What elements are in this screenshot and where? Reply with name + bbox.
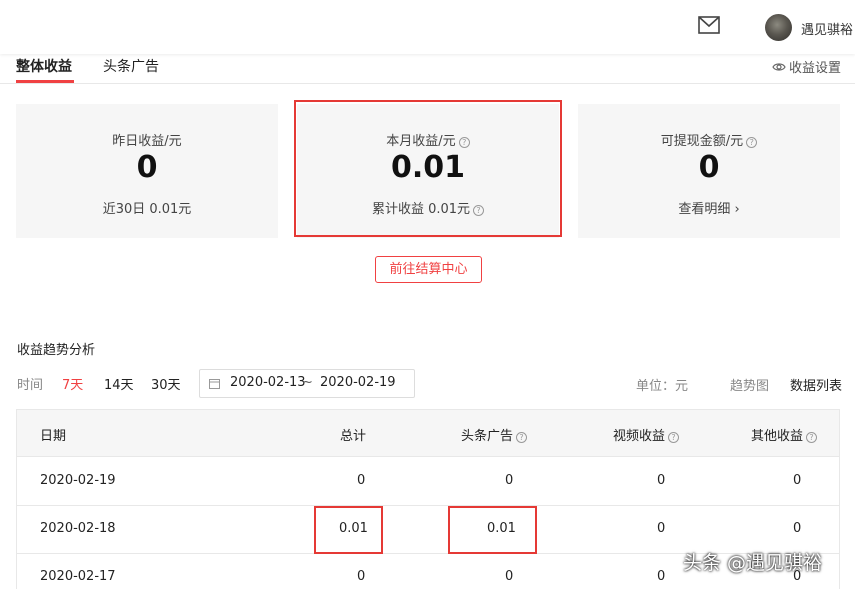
cell-toutiao-ads: 0 <box>505 473 513 488</box>
view-trend-chart[interactable]: 趋势图 <box>730 375 769 394</box>
column-video-income: 视频收益? <box>613 425 679 444</box>
question-icon[interactable]: ? <box>516 432 527 443</box>
section-title: 收益趋势分析 <box>17 339 95 358</box>
date-start: 2020-02-13 <box>230 375 306 390</box>
question-icon[interactable]: ? <box>806 432 817 443</box>
highlight-box <box>314 506 383 554</box>
cell-other-income: 0 <box>793 473 801 488</box>
cell-other-income: 0 <box>793 521 801 536</box>
card-withdrawable: 可提现金额/元? 0 查看明细 › <box>578 104 840 238</box>
date-end: 2020-02-19 <box>320 375 396 390</box>
card-title: 昨日收益/元 <box>16 130 278 149</box>
range-7-days[interactable]: 7天 <box>62 374 83 393</box>
view-data-list[interactable]: 数据列表 <box>790 375 842 394</box>
calendar-icon <box>209 378 220 389</box>
card-subtext: 近30日 0.01元 <box>16 198 278 217</box>
cell-total: 0 <box>357 473 365 488</box>
cell-toutiao-ads: 0 <box>505 569 513 584</box>
tab-toutiao-ads[interactable]: 头条广告 <box>103 56 159 76</box>
table-row: 2020-02-18 0.01 0.01 0 0 <box>17 506 839 554</box>
cell-date: 2020-02-17 <box>40 569 116 584</box>
column-other-income: 其他收益? <box>751 425 817 444</box>
view-details-link[interactable]: 查看明细 › <box>578 198 840 217</box>
avatar[interactable] <box>765 14 792 41</box>
cell-date: 2020-02-18 <box>40 521 116 536</box>
card-value: 0 <box>16 150 278 185</box>
goto-settlement-button[interactable]: 前往结算中心 <box>375 256 482 283</box>
date-separator: ~ <box>302 375 313 390</box>
unit-label: 单位：元 <box>636 375 688 394</box>
card-value: 0 <box>578 150 840 185</box>
range-14-days[interactable]: 14天 <box>104 374 134 393</box>
cell-date: 2020-02-19 <box>40 473 116 488</box>
highlight-box <box>448 506 537 554</box>
watermark: 头条 @遇见骐裕 <box>683 548 822 575</box>
tab-overall-income[interactable]: 整体收益 <box>16 56 72 76</box>
time-label: 时间 <box>17 374 43 393</box>
eye-icon <box>772 60 786 74</box>
highlight-box <box>294 100 562 237</box>
column-total: 总计 <box>340 425 366 444</box>
mail-icon[interactable] <box>698 16 720 34</box>
top-bar: 遇见骐裕 <box>0 0 855 54</box>
table-header: 日期 总计 头条广告? 视频收益? 其他收益? <box>17 410 839 457</box>
date-range-picker[interactable]: 2020-02-13 ~ 2020-02-19 <box>199 369 415 398</box>
cell-video-income: 0 <box>657 473 665 488</box>
cell-video-income: 0 <box>657 569 665 584</box>
range-30-days[interactable]: 30天 <box>151 374 181 393</box>
cell-video-income: 0 <box>657 521 665 536</box>
card-title: 可提现金额/元? <box>578 130 840 149</box>
cell-total: 0 <box>357 569 365 584</box>
active-tab-indicator <box>16 80 74 83</box>
table-row: 2020-02-19 0 0 0 0 <box>17 458 839 506</box>
income-settings-label: 收益设置 <box>789 57 841 76</box>
column-date: 日期 <box>40 425 66 444</box>
question-icon[interactable]: ? <box>668 432 679 443</box>
username[interactable]: 遇见骐裕 <box>801 19 853 38</box>
column-toutiao-ads: 头条广告? <box>461 425 527 444</box>
tab-bar: 整体收益 头条广告 收益设置 <box>0 54 855 84</box>
question-icon[interactable]: ? <box>746 137 757 148</box>
income-settings-link[interactable]: 收益设置 <box>772 57 841 76</box>
card-yesterday-income: 昨日收益/元 0 近30日 0.01元 <box>16 104 278 238</box>
